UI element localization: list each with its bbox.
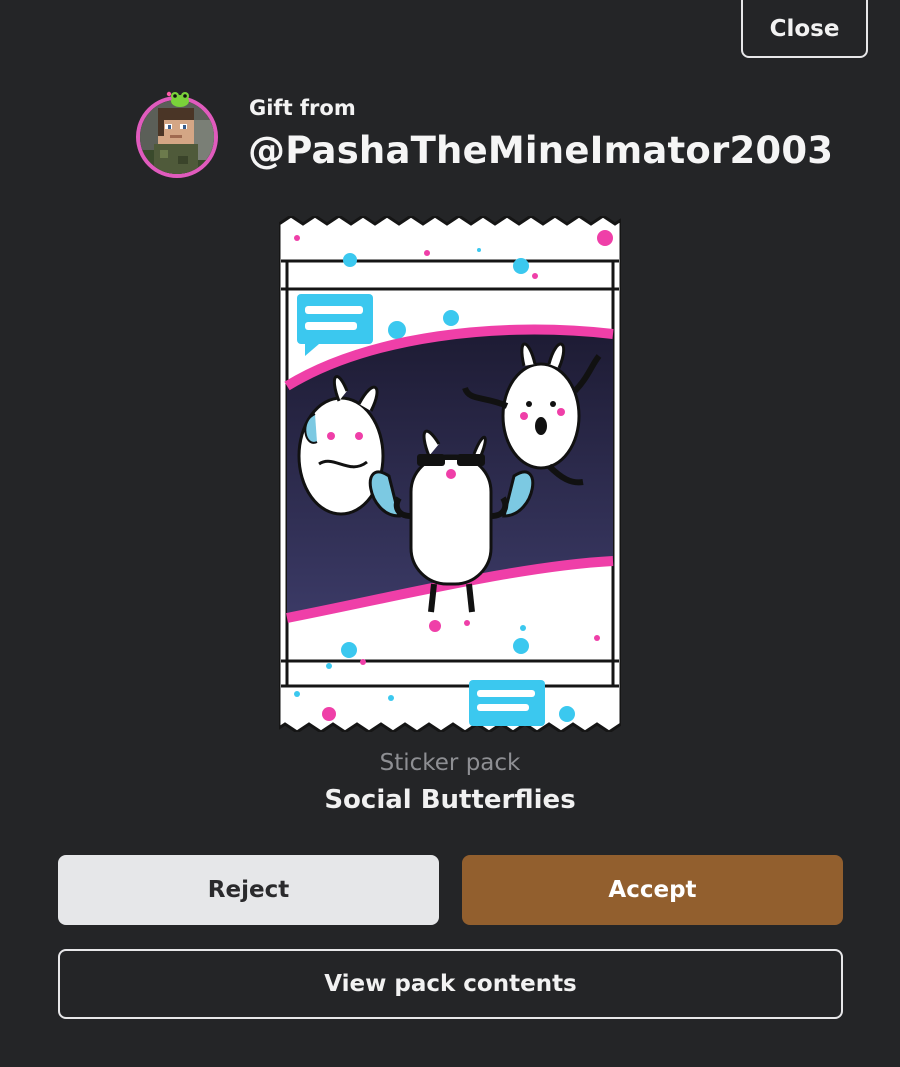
pack-name: Social Butterflies bbox=[324, 785, 576, 815]
close-button[interactable]: Close bbox=[741, 0, 868, 58]
view-pack-contents-button[interactable]: View pack contents bbox=[58, 949, 843, 1019]
pack-type-label: Sticker pack bbox=[379, 750, 521, 776]
sender-username[interactable]: @PashaTheMineImator2003 bbox=[248, 129, 833, 172]
sticker-pack-artwork bbox=[279, 216, 621, 732]
frog-badge-icon bbox=[166, 91, 189, 107]
gift-dialog: Close Gift from @PashaTheMineImator2003 … bbox=[0, 0, 900, 1067]
avatar-image bbox=[136, 96, 218, 178]
accept-button[interactable]: Accept bbox=[462, 855, 843, 925]
reject-button[interactable]: Reject bbox=[58, 855, 439, 925]
gift-from-label: Gift from bbox=[249, 96, 356, 120]
sender-avatar[interactable] bbox=[136, 90, 220, 180]
